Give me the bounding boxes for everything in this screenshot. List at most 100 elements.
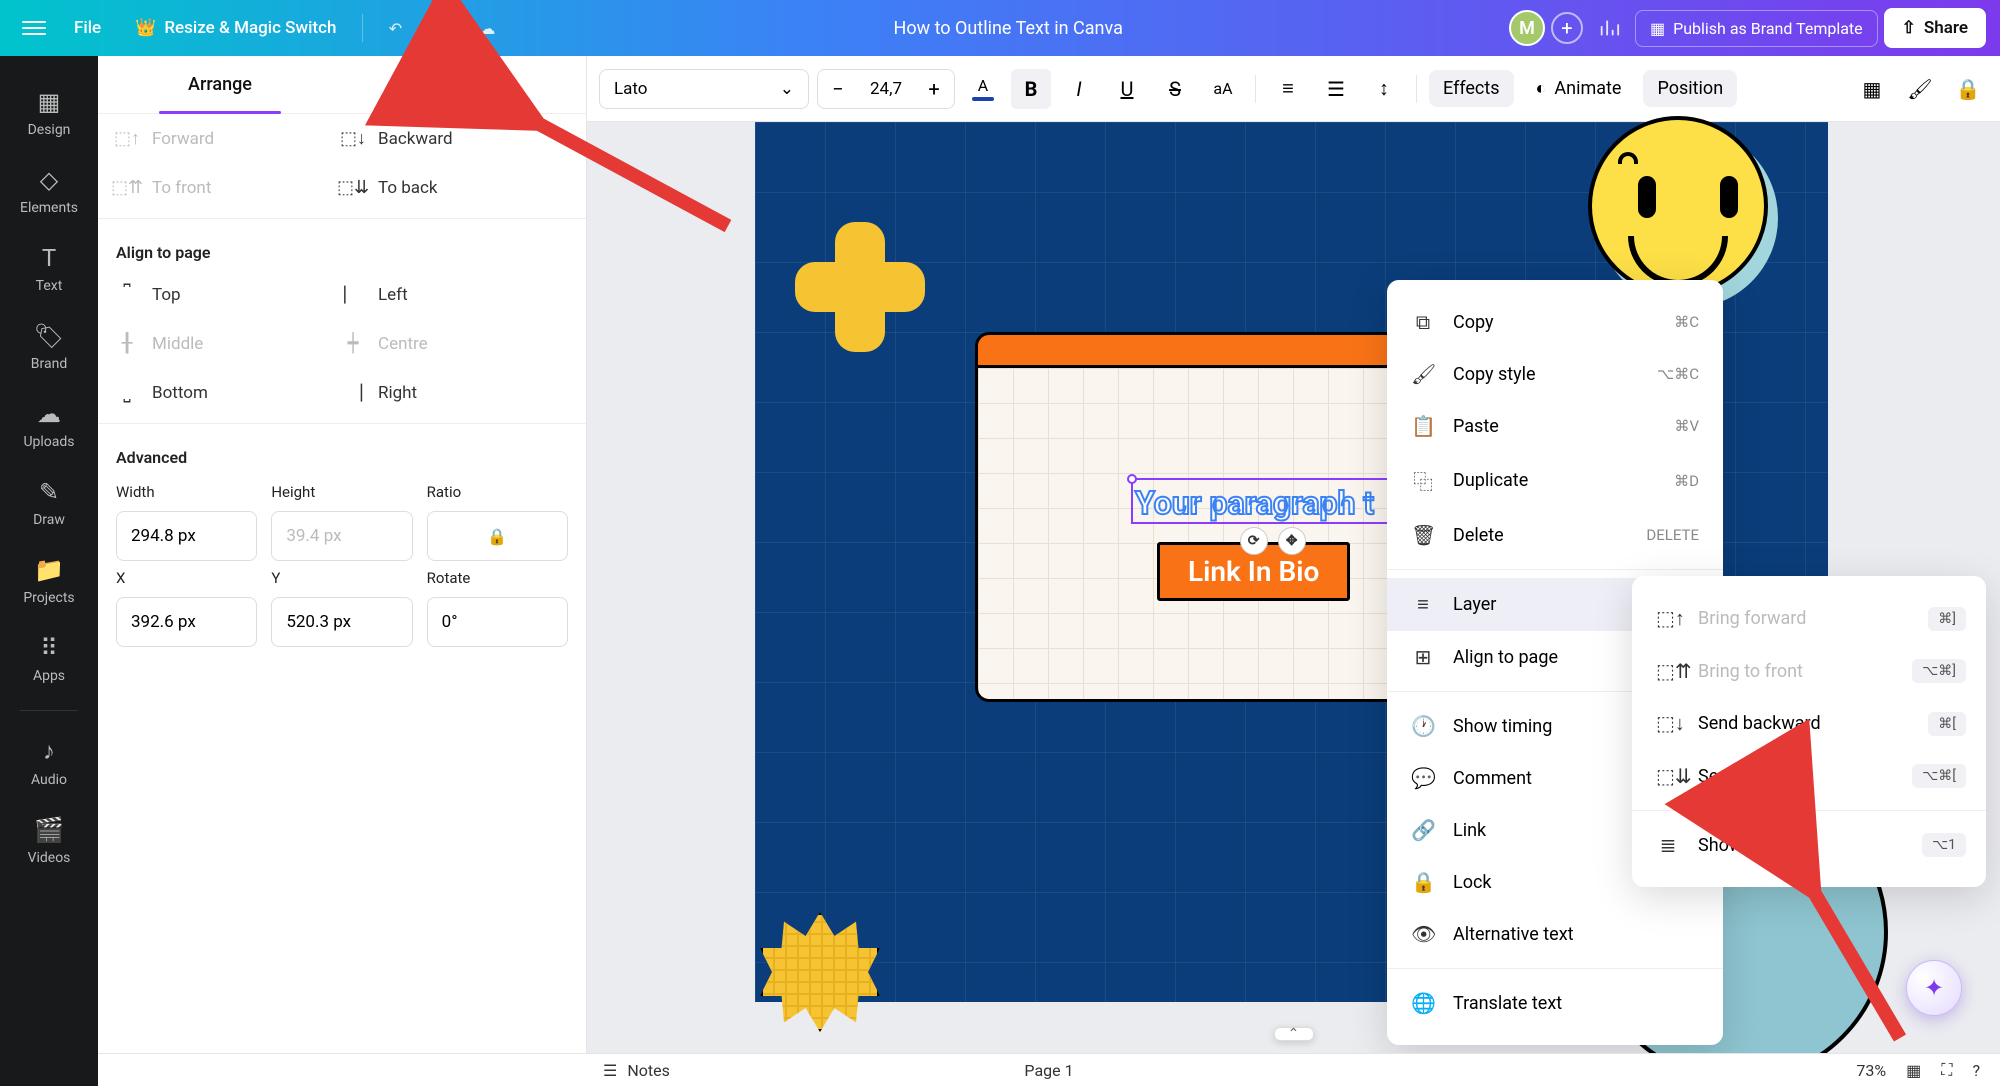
spacing-button[interactable]: ↕ [1364, 69, 1404, 109]
fullscreen-icon[interactable]: ⛶ [1941, 1060, 1952, 1080]
insights-icon[interactable] [1589, 8, 1629, 48]
sparkle-icon: ✦ [1924, 974, 1944, 1002]
rail-apps[interactable]: ⠿Apps [0, 620, 98, 698]
lock-icon[interactable]: 🔒 [1948, 69, 1988, 109]
sub-bring-forward[interactable]: ⬚↑Bring forward⌘] [1632, 592, 1986, 645]
page-indicator[interactable]: Page 1 [1024, 1061, 1073, 1080]
sub-bring-front[interactable]: ⬚⇈Bring to front⌥⌘] [1632, 645, 1986, 697]
align-bottom[interactable]: ⎵Bottom [116, 368, 342, 417]
align-top[interactable]: ⎴Top [116, 270, 342, 319]
italic-button[interactable]: I [1059, 69, 1099, 109]
to-back-button[interactable]: ⬚⇊To back [342, 163, 568, 212]
align-centre[interactable]: ┿Centre [342, 319, 568, 368]
width-label: Width [116, 483, 257, 501]
backward-button[interactable]: ⬚↓Backward [342, 114, 568, 163]
advanced-header: Advanced [116, 430, 568, 475]
left-rail: ▦Design ◇Elements TText 🏷Brand ☁Uploads … [0, 56, 98, 1086]
zoom-level[interactable]: 73% [1856, 1061, 1886, 1080]
add-member-button[interactable]: + [1551, 12, 1583, 44]
duplicate-icon: ⿻ [1411, 466, 1435, 495]
tab-arrange[interactable]: Arrange [98, 56, 342, 113]
notes-button[interactable]: Notes [627, 1061, 670, 1080]
grid-view-icon[interactable]: ▦ [1906, 1061, 1921, 1080]
redo-icon[interactable]: ↷ [421, 8, 461, 48]
height-input[interactable] [271, 511, 412, 561]
text-toolbar: Lato⌄ − + A B I U S aA ≡ ☰ ↕ Effects ◐An… [587, 56, 2000, 122]
sub-send-back[interactable]: ⬚⇊Send to back⌥⌘[ [1632, 750, 1986, 802]
side-panel: Arrange Layers ⬚↑Forward ⬚↓Backward ⬚⇈To… [98, 56, 587, 1053]
forward-button[interactable]: ⬚↑Forward [116, 114, 342, 163]
link-bio-button[interactable]: ⟳ ✥ Link In Bio [1157, 542, 1350, 601]
ctx-delete[interactable]: 🗑DeleteDELETE [1387, 509, 1723, 561]
rail-brand[interactable]: 🏷Brand [0, 308, 98, 386]
publish-label: Publish as Brand Template [1673, 19, 1863, 38]
ratio-lock[interactable]: 🔒 [427, 511, 568, 561]
menu-icon[interactable] [14, 8, 54, 48]
align-right[interactable]: ⎹Right [342, 368, 568, 417]
plus-shape[interactable] [795, 222, 925, 352]
width-input[interactable] [116, 511, 257, 561]
rail-draw[interactable]: ✎Draw [0, 464, 98, 542]
rail-text[interactable]: TText [0, 230, 98, 308]
rail-audio[interactable]: ♪Audio [0, 723, 98, 802]
font-select[interactable]: Lato⌄ [599, 69, 809, 109]
align-button[interactable]: ≡ [1268, 69, 1308, 109]
rail-design[interactable]: ▦Design [0, 74, 98, 152]
move-handle-icon[interactable]: ✥ [1278, 527, 1306, 555]
file-menu[interactable]: File [60, 10, 115, 46]
text-case-button[interactable]: aA [1203, 69, 1243, 109]
rotate-handle-icon[interactable]: ⟳ [1240, 527, 1268, 555]
transparency-icon[interactable]: ▦ [1852, 69, 1892, 109]
strikethrough-button[interactable]: S [1155, 69, 1195, 109]
list-button[interactable]: ☰ [1316, 69, 1356, 109]
align-middle[interactable]: ╂Middle [116, 319, 342, 368]
ctx-copy[interactable]: ⧉Copy⌘C [1387, 296, 1723, 348]
size-increase[interactable]: + [914, 70, 954, 108]
paragraph-text[interactable]: Your paragraph t [1135, 484, 1374, 522]
ai-assist-button[interactable]: ✦ [1906, 960, 1962, 1016]
position-button[interactable]: Position [1643, 70, 1737, 107]
effects-button[interactable]: Effects [1429, 70, 1514, 107]
ctx-copy-style[interactable]: 🖌Copy style⌥⌘C [1387, 348, 1723, 400]
sub-show-layers[interactable]: ≣Show layers⌥1 [1632, 819, 1986, 871]
sub-send-backward[interactable]: ⬚↓Send backward⌘[ [1632, 697, 1986, 750]
align-middle-icon: ╂ [116, 333, 138, 354]
help-icon[interactable]: ? [1972, 1061, 1980, 1080]
topbar: File 👑Resize & Magic Switch ↶ ↷ ☁ How to… [0, 0, 2000, 56]
document-title[interactable]: How to Outline Text in Canva [513, 18, 1503, 39]
animate-button[interactable]: ◐Animate [1522, 70, 1636, 107]
bring-front-icon: ⬚⇈ [1656, 659, 1680, 683]
page-collapse[interactable]: ⌃ [1274, 1027, 1314, 1041]
to-front-button[interactable]: ⬚⇈To front [116, 163, 342, 212]
rail-projects[interactable]: 📁Projects [0, 542, 98, 620]
cloud-sync-icon[interactable]: ☁ [467, 8, 507, 48]
ratio-label: Ratio [427, 483, 568, 501]
rotate-input[interactable] [427, 597, 568, 647]
ctx-translate[interactable]: 🌐Translate text [1387, 977, 1723, 1029]
undo-icon[interactable]: ↶ [375, 8, 415, 48]
ctx-paste[interactable]: 📋Paste⌘V [1387, 400, 1723, 452]
rail-elements[interactable]: ◇Elements [0, 152, 98, 230]
layers-icon: ≡ [1411, 592, 1435, 617]
size-decrease[interactable]: − [818, 70, 858, 108]
avatar[interactable]: M [1509, 10, 1545, 46]
y-input[interactable] [271, 597, 412, 647]
sun-shape[interactable] [760, 912, 880, 1032]
underline-button[interactable]: U [1107, 69, 1147, 109]
translate-icon: 🌐 [1411, 991, 1435, 1015]
bold-button[interactable]: B [1011, 69, 1051, 109]
size-input[interactable] [858, 70, 914, 108]
x-input[interactable] [116, 597, 257, 647]
ctx-alt[interactable]: 👁Alternative text [1387, 908, 1723, 960]
lock-icon: 🔒 [1411, 870, 1435, 894]
rail-uploads[interactable]: ☁Uploads [0, 386, 98, 464]
rail-videos[interactable]: 🎬Videos [0, 802, 98, 880]
resize-button[interactable]: 👑Resize & Magic Switch [121, 10, 350, 46]
tab-layers[interactable]: Layers [342, 56, 586, 113]
publish-button[interactable]: ▦Publish as Brand Template [1635, 10, 1878, 47]
copy-style-icon[interactable]: 🖌 [1900, 69, 1940, 109]
share-button[interactable]: ⇧Share [1884, 8, 1986, 48]
align-left[interactable]: ⎸Left [342, 270, 568, 319]
ctx-duplicate[interactable]: ⿻Duplicate⌘D [1387, 452, 1723, 509]
text-color-icon[interactable]: A [963, 69, 1003, 109]
